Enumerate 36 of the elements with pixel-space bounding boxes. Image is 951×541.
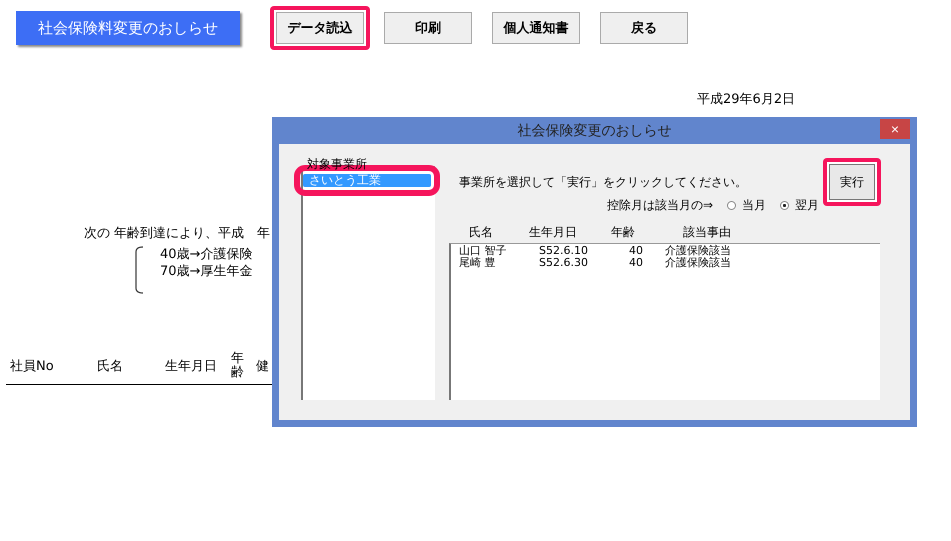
notice-text: 次の 年齢到達により、平成 年 [84, 225, 270, 242]
column-header: 年齢 [611, 224, 636, 241]
result-cell-text: S52.6.30 [538, 257, 589, 269]
toolbar-button[interactable]: 印刷 [384, 12, 472, 44]
radio-icon[interactable] [727, 201, 736, 210]
date-text: 平成29年6月2日 [697, 91, 796, 108]
deduction-label: 控除月は該当月の⇒ [607, 197, 714, 214]
column-header: 年齢 [231, 352, 244, 380]
column-header: 氏名 [97, 358, 124, 375]
bracket-icon [134, 246, 144, 294]
column-header: 健 [256, 358, 269, 375]
toolbar-button[interactable]: 戻る [600, 12, 688, 44]
radio-option[interactable]: 当月 [727, 197, 766, 214]
note-text: 40歳→介護保険 [160, 246, 252, 263]
column-header: 生年月日 [529, 224, 578, 241]
column-header: 該当事由 [683, 224, 731, 241]
result-cell-text: S52.6.10 [538, 245, 589, 257]
column-header: 生年月日 [165, 358, 218, 375]
column-header: 氏名 [469, 224, 494, 241]
result-cell-text: 40 [628, 245, 644, 257]
title-button[interactable]: 社会保険料変更のおしらせ [16, 11, 240, 45]
radio-icon[interactable] [780, 201, 790, 210]
run-button[interactable]: 実行 [829, 164, 875, 200]
result-cell: 介護保険該当 [665, 257, 731, 269]
close-button[interactable]: × [880, 119, 910, 139]
result-cell-text: 山口 智子 [459, 245, 508, 257]
result-cell-text: 40 [628, 257, 644, 269]
column-header: 社員No [10, 358, 55, 375]
toolbar-button[interactable]: データ読込 [276, 12, 364, 44]
instruction-text: 事業所を選択して「実行」をクリックしてください。 [459, 174, 748, 191]
radio-option[interactable]: 翌月 [780, 197, 820, 214]
toolbar-button[interactable]: 個人通知書 [492, 12, 580, 44]
note-text: 70歳→厚生年金 [160, 263, 252, 280]
result-cell: 介護保険該当 [665, 245, 731, 257]
dialog-title: 社会保険変更のおしらせ [518, 122, 672, 140]
result-cell-text: 尾崎 豊 [459, 257, 496, 269]
